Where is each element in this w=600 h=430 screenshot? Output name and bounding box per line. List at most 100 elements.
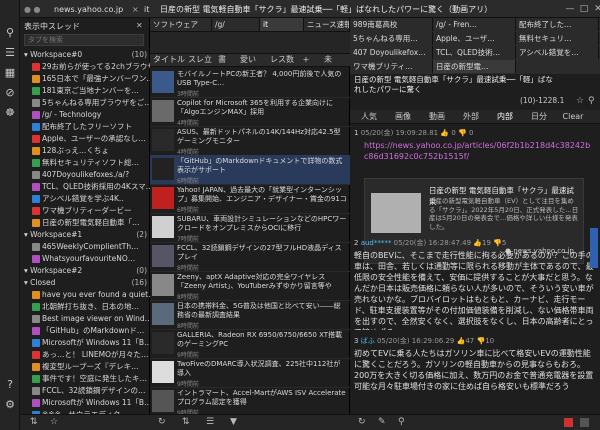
article-row[interactable]: 日本の携帯料金、5G普及は他国と比べて安い――総務省の最新調査結果 8時間前 — [150, 300, 350, 330]
article-row[interactable]: イントラマート、Accel-MartがAWS ISV Accelerateプログ… — [150, 387, 350, 414]
refresh-icon[interactable]: ↻ — [158, 417, 166, 427]
article-row[interactable]: Zeeny、aptX Adaptive対応の完全ワイヤレス「Zeeny Arti… — [150, 271, 350, 301]
thread-item[interactable]: 複変型ループーズ『デレキ… — [20, 362, 150, 373]
thread-tab[interactable]: 日産の新型電… — [433, 60, 516, 73]
sort-icon[interactable]: ⇅ — [182, 417, 190, 427]
thread-tab[interactable]: 配布終了した… — [516, 18, 599, 31]
search-icon[interactable]: ⚲ — [398, 417, 405, 427]
bug-icon[interactable]: ☸ — [3, 106, 17, 120]
article-row[interactable]: FCCL、32読鎖鋼デザインの27型フルHD液晶ディスプレイ 8時間前 — [150, 242, 350, 272]
thread-tab[interactable]: 989南葛高校 — [350, 18, 433, 31]
col-title[interactable]: タイトル — [152, 54, 186, 66]
col-thread[interactable]: スレ立 — [188, 54, 212, 66]
filter-1[interactable]: 画像 — [388, 111, 418, 123]
thread-tab[interactable]: TCL、QLED技術… — [433, 46, 516, 59]
col-plus[interactable]: + — [300, 54, 312, 66]
list-icon[interactable]: ☰ — [206, 417, 214, 427]
workspace-group[interactable]: ▾ Closed (16) — [20, 278, 150, 289]
col-unread[interactable]: 未 — [320, 54, 336, 66]
article-row[interactable]: Copilot for Microsoft 365を利用する企業向けに「Algo… — [150, 97, 350, 127]
thread-item[interactable]: FCCL、32読鎖鋼デザインの… — [20, 386, 150, 397]
col-ikioi[interactable]: 愛い — [236, 54, 260, 66]
filter-2[interactable]: 動画 — [422, 111, 452, 123]
tab-news[interactable]: ニュース速報＋ — [304, 18, 350, 31]
col-write[interactable]: 書 — [214, 54, 230, 66]
tab-g[interactable]: /g/ — [212, 18, 260, 31]
article-row[interactable]: 「GitHub」のMarkdownドキュメントで詳物の数式表示がサポート 6時間前 — [150, 155, 350, 185]
thread-item[interactable]: have you ever found a quiet… — [20, 290, 150, 301]
search-icon[interactable]: ⚲ — [588, 96, 595, 106]
edit-icon[interactable]: ✎ — [378, 417, 386, 427]
article-row[interactable]: GALLERIA、Radeon RX 6950/6750/6650 XT搭載のゲ… — [150, 329, 350, 359]
thread-item[interactable]: アシベル錯覚を学ぶ4K.. — [20, 194, 150, 205]
thread-item[interactable]: 465WeeklyComplientTh… — [20, 242, 150, 253]
thread-item[interactable]: ワマ機ブリティーダービー — [20, 206, 150, 217]
maximize-icon[interactable]: □ — [577, 2, 591, 16]
thread-item[interactable]: TCL、QLED技術採用の4Kスマ… — [20, 182, 150, 193]
thread-tab[interactable]: アシベル錯覚を… — [516, 46, 599, 59]
thread-item[interactable]: Best image viewer on Wind… — [20, 314, 150, 325]
thread-item[interactable]: 日産の新型電気軽自動車「… — [20, 218, 150, 229]
pane-close-icon[interactable]: ✕ — [136, 21, 143, 30]
list-icon[interactable]: ▦ — [3, 66, 17, 80]
tab-close-icon[interactable]: × — [132, 3, 142, 16]
thread-item[interactable]: 事件です！空庭に発生したキ… — [20, 374, 150, 385]
article-row[interactable]: ASUS、最新ドットパネルの14K/144Hz対応42.5型ゲーミングモニター 4… — [150, 126, 350, 156]
thread-item[interactable]: Apple、ユーザーの承認なし… — [20, 134, 150, 145]
thread-item[interactable]: 29お前らが使ってる2chブラウザ — [20, 62, 150, 73]
thread-item[interactable]: 407Doyoulikefoxes./a/? — [20, 170, 150, 181]
red-square-icon[interactable] — [564, 418, 573, 427]
settings-icon[interactable]: ⚙ — [3, 398, 17, 412]
article-row[interactable]: SUBARU、車両設計シミュレーションなどのHPCワークロードをオンプレミスから… — [150, 213, 350, 243]
thread-item[interactable]: 北朝鮮打ち抜き、日本の地… — [20, 302, 150, 313]
filter-3[interactable]: 外部 — [456, 111, 486, 123]
sort-icon[interactable]: ⇅ — [30, 417, 38, 427]
thread-tab[interactable]: 407 Doyoulikefox… — [350, 46, 433, 59]
thread-item[interactable]: WhatsyourfavouriteNO… — [20, 254, 150, 265]
active-article-tab[interactable]: 日産の新型 電気軽自動車「サクラ」最速試乗──「軽」ばなれしたパワーに驚く（動画… — [160, 3, 490, 16]
thread-tab[interactable]: 5ちゃんねる専用… — [350, 32, 433, 45]
close-window-icon[interactable]: ✕ — [591, 2, 600, 16]
star-icon[interactable]: ☆ — [50, 417, 58, 427]
filter-5[interactable]: 日分 — [524, 111, 554, 123]
thread-tab[interactable]: 無料セキュリ… — [516, 32, 599, 45]
thread-item[interactable]: Microsoftが Windows 11「B… — [20, 398, 150, 409]
filter-4[interactable]: 内部 — [490, 111, 520, 123]
thread-filter-input[interactable] — [24, 34, 144, 46]
col-res[interactable]: レス数 — [268, 54, 296, 66]
thread-item[interactable]: あっ…と！ LINEMOが月々た… — [20, 350, 150, 361]
article-link[interactable]: https://news.yahoo.co.jp/articles/06f2b1… — [364, 140, 594, 162]
thread-item[interactable]: Microsoftが Windows 11「B… — [20, 338, 150, 349]
domain-tab[interactable]: news.yahoo.co.jp — [54, 3, 134, 16]
tab-it[interactable]: it — [260, 18, 304, 31]
star-icon[interactable]: ☆ — [576, 96, 584, 106]
thread-item[interactable]: 5ちゃんねる専用ブラウザをご… — [20, 98, 150, 109]
workspace-group[interactable]: ▾ Workspace#2 (0) — [20, 266, 150, 277]
thread-tab[interactable]: Apple、ユーザ… — [433, 32, 516, 45]
threads-icon[interactable]: ☰ — [3, 46, 17, 60]
tab-software[interactable]: ソフトウェア — [150, 18, 212, 31]
filter-0[interactable]: 人気 — [354, 111, 384, 123]
thread-tab[interactable]: /g/ - Fren… — [433, 18, 516, 31]
article-row[interactable]: モバイルノートPCの新王者？ 4,000円前後で人気のUSB Type-C… 3時… — [150, 68, 350, 98]
thread-item[interactable]: 128ぶっえ…くちょ — [20, 146, 150, 157]
filter-icon[interactable]: ▼ — [230, 417, 237, 427]
refresh-icon[interactable]: ↻ — [358, 417, 366, 427]
window-menu-icon[interactable]: ● ● — [24, 3, 44, 16]
article-row[interactable]: TwoFiveのDMARC導入状況調査、225社中112社が導入 9時間前 — [150, 358, 350, 388]
it-tab[interactable]: it — [144, 3, 160, 16]
thread-item[interactable]: 181東京ご当地ナンバーを… — [20, 86, 150, 97]
gray-square-icon[interactable] — [580, 418, 589, 427]
thread-item[interactable]: /g/ - Technology — [20, 110, 150, 121]
scroll-thumb[interactable] — [590, 228, 598, 268]
workspace-group[interactable]: ▾ Workspace#0 (10) — [20, 50, 150, 61]
minimize-icon[interactable]: — — [563, 2, 577, 16]
filter-6[interactable]: Clear — [558, 111, 588, 123]
workspace-group[interactable]: ▾ Workspace#1 (2) — [20, 230, 150, 241]
search-icon[interactable]: ⚲ — [3, 26, 17, 40]
article-row[interactable]: Yahoo! JAPAN、過去最大の「就業型インターンシップ」募集開始、エンジニ… — [150, 184, 350, 214]
thread-item[interactable]: 165日本で「最強ナンバーワン… — [20, 74, 150, 85]
thread-tab[interactable]: ワマ機ブリティ… — [350, 60, 433, 73]
help-icon[interactable]: ? — [3, 378, 17, 392]
thread-item[interactable]: 「GitHub」のMarkdownド… — [20, 326, 150, 337]
